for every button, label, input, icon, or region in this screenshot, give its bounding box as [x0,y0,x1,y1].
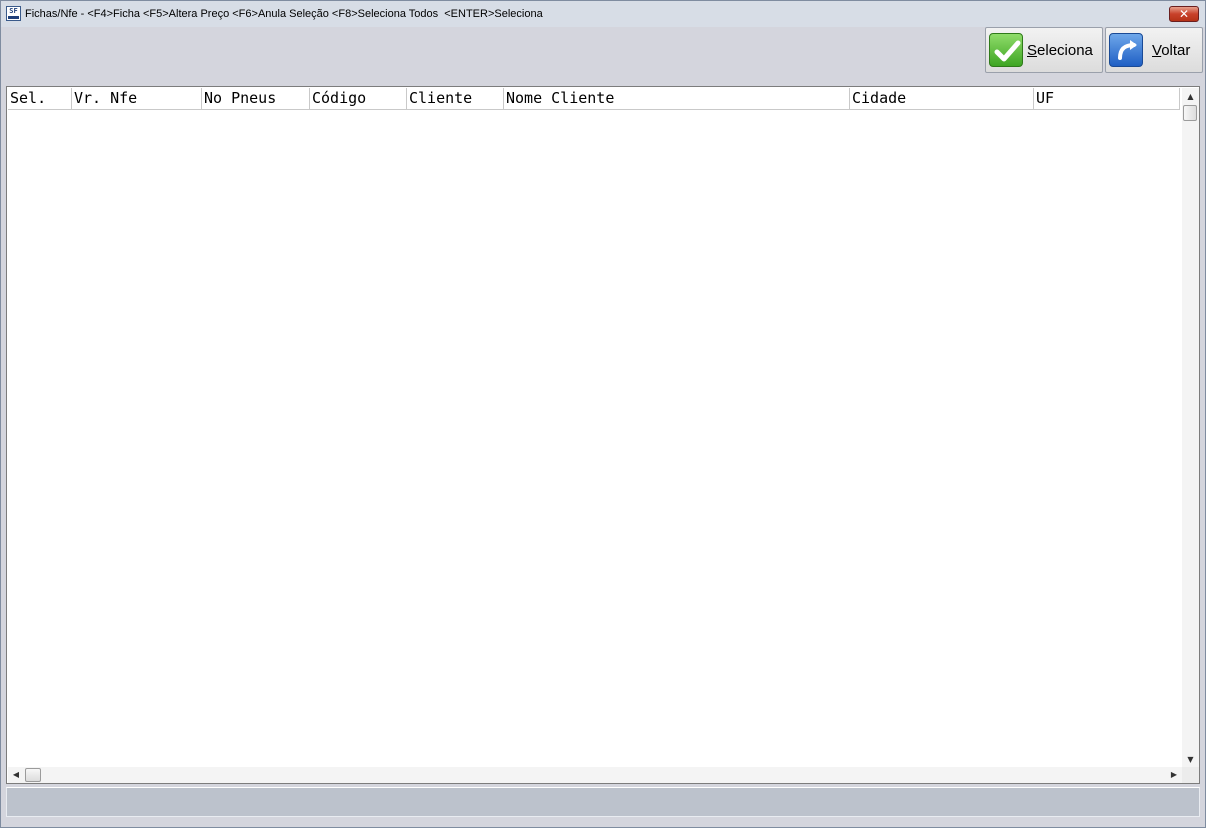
scroll-down-icon[interactable]: ▼ [1182,751,1199,768]
voltar-label: Voltar [1152,42,1191,59]
close-button[interactable]: ✕ [1169,6,1199,22]
voltar-button[interactable]: Voltar [1105,27,1203,73]
column-header-nome-cliente[interactable]: Nome Cliente [504,88,850,109]
grid-header: Sel. Vr. Nfe No Pneus Código Cliente Nom… [8,88,1180,110]
return-arrow-icon [1109,33,1143,67]
seleciona-button[interactable]: Seleciona [985,27,1103,73]
column-header-no-pneus[interactable]: No Pneus [202,88,310,109]
close-icon: ✕ [1178,7,1190,21]
title-bar[interactable]: SF Fichas/Nfe - <F4>Ficha <F5>Altera Pre… [1,1,1205,27]
column-header-uf[interactable]: UF [1034,88,1180,109]
scroll-right-icon[interactable]: ▶ [1166,767,1182,783]
seleciona-label: Seleciona [1027,42,1093,59]
horizontal-scroll-thumb[interactable] [25,768,41,782]
column-header-cidade[interactable]: Cidade [850,88,1034,109]
column-header-codigo[interactable]: Código [310,88,407,109]
main-window: SF Fichas/Nfe - <F4>Ficha <F5>Altera Pre… [0,0,1206,828]
vertical-scroll-thumb[interactable] [1183,105,1197,121]
status-bar [6,787,1200,817]
scrollbar-corner [1182,767,1199,783]
column-header-sel[interactable]: Sel. [8,88,72,109]
scroll-up-icon[interactable]: ▲ [1182,88,1199,105]
column-header-cliente[interactable]: Cliente [407,88,504,109]
scroll-left-icon[interactable]: ◀ [8,767,24,783]
vertical-scrollbar[interactable]: ▲ ▼ [1182,88,1199,768]
checkmark-icon [989,33,1023,67]
column-header-vr-nfe[interactable]: Vr. Nfe [72,88,202,109]
fichas-grid[interactable]: Sel. Vr. Nfe No Pneus Código Cliente Nom… [6,86,1200,784]
app-logo-icon[interactable]: SF [6,6,21,21]
window-title: Fichas/Nfe - <F4>Ficha <F5>Altera Preço … [25,8,543,20]
horizontal-scrollbar[interactable]: ◀ ▶ [8,767,1182,783]
